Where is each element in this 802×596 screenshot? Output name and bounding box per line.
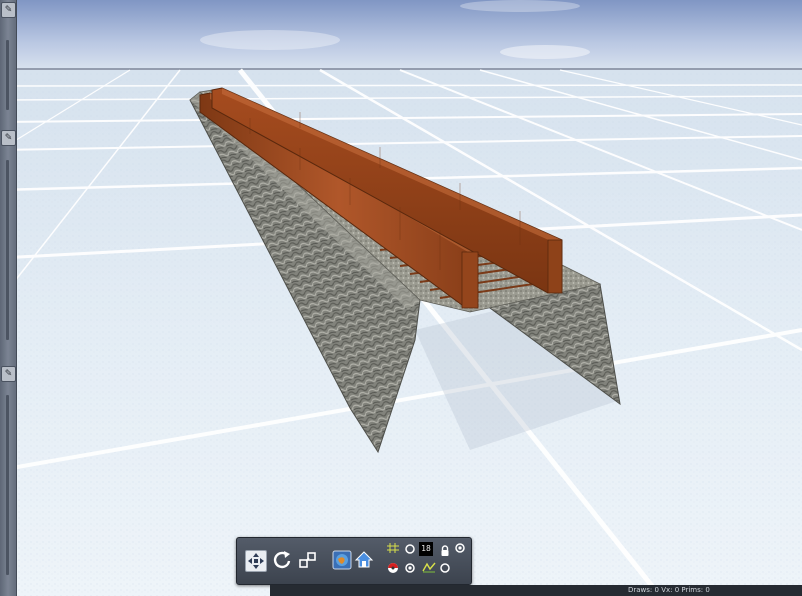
- ball-icon: [388, 563, 398, 573]
- snap-toggle-button[interactable]: [422, 561, 436, 573]
- globe-tool-button[interactable]: [331, 549, 353, 571]
- left-panel-strip: ✎ ✎ ✎: [0, 0, 17, 596]
- grid-radio[interactable]: [404, 543, 416, 555]
- panel-divider: [6, 40, 9, 110]
- snap-radio[interactable]: [439, 562, 451, 574]
- radio-icon: [455, 543, 465, 553]
- radio-icon: [440, 563, 450, 573]
- physics-ball-button[interactable]: [387, 562, 399, 574]
- lock-icon: [441, 545, 449, 556]
- 3d-viewport[interactable]: [0, 0, 802, 596]
- grid-icon: [387, 543, 399, 553]
- scale-tool-button[interactable]: [297, 549, 319, 571]
- render-stats-text: Draws: 0 Vx: 0 Prims: 0: [628, 586, 710, 594]
- pin-icon[interactable]: ✎: [1, 366, 16, 382]
- pin-icon[interactable]: ✎: [1, 2, 16, 18]
- lock-radio[interactable]: [454, 542, 466, 554]
- physics-radio[interactable]: [404, 562, 416, 574]
- move-arrows-icon: [248, 553, 264, 569]
- rotate-icon: [273, 551, 291, 569]
- snap-icon: [422, 562, 436, 573]
- lock-toggle-button[interactable]: [439, 545, 451, 557]
- home-icon: [354, 551, 374, 568]
- radio-icon: [405, 563, 415, 573]
- pin-icon[interactable]: ✎: [1, 130, 16, 146]
- scene-canvas[interactable]: [0, 0, 802, 596]
- transform-toolbar: 18: [236, 537, 472, 585]
- grid-toggle-button[interactable]: [387, 543, 399, 555]
- scale-icon: [299, 552, 316, 568]
- sky: [0, 0, 802, 70]
- panel-divider: [6, 160, 9, 340]
- move-tool-button[interactable]: [245, 550, 267, 572]
- radio-icon: [405, 544, 415, 554]
- globe-icon: [332, 550, 352, 570]
- status-bar: Draws: 0 Vx: 0 Prims: 0: [270, 585, 802, 596]
- panel-divider: [6, 395, 9, 575]
- rotate-tool-button[interactable]: [271, 549, 293, 571]
- home-tool-button[interactable]: [353, 549, 375, 571]
- snap-value-field[interactable]: 18: [419, 542, 433, 556]
